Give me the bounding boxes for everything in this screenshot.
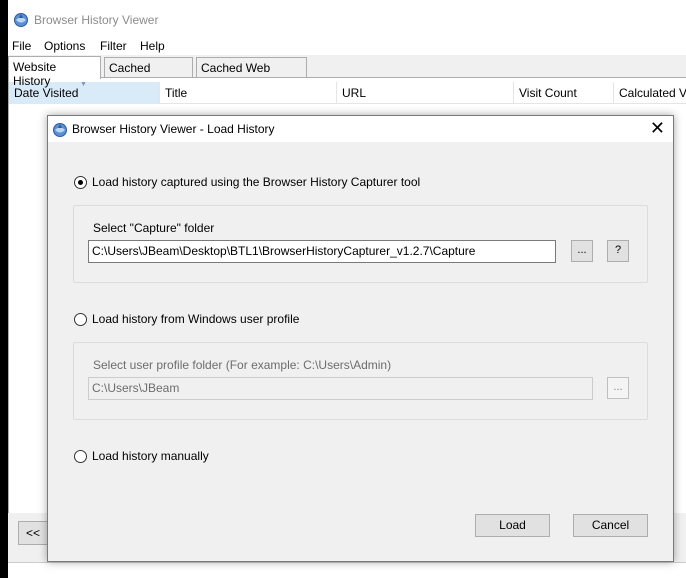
list-header: ▼ Date Visited Title URL Visit Count Cal…: [9, 82, 686, 104]
profile-folder-label: Select user profile folder (For example:…: [93, 358, 392, 372]
radio-load-manual[interactable]: Load history manually: [74, 449, 234, 465]
radio-label-profile: Load history from Windows user profile: [92, 312, 300, 326]
menu-file[interactable]: File: [12, 39, 31, 53]
app-title: Browser History Viewer: [34, 13, 159, 27]
browse-profile-button[interactable]: ...: [607, 377, 629, 399]
capture-folder-group: Select "Capture" folder C:\Users\JBeam\D…: [73, 205, 648, 283]
column-title[interactable]: Title: [160, 82, 337, 104]
dialog-title-bar: Browser History Viewer - Load History ✕: [48, 116, 673, 142]
column-visit-count[interactable]: Visit Count: [514, 82, 614, 104]
close-icon[interactable]: ✕: [650, 119, 665, 137]
tab-cached-images[interactable]: Cached Images: [104, 57, 193, 89]
menu-bar: File Options Filter Help: [8, 36, 686, 55]
previous-page-button[interactable]: <<: [18, 521, 48, 545]
tab-cached-web-pages[interactable]: Cached Web Pages: [196, 57, 307, 89]
cancel-button[interactable]: Cancel: [573, 514, 648, 537]
tab-strip: Website History Cached Images Cached Web…: [8, 56, 686, 89]
dialog-title: Browser History Viewer - Load History: [72, 122, 275, 136]
radio-label-manual: Load history manually: [92, 449, 209, 463]
profile-folder-input[interactable]: C:\Users\JBeam: [88, 377, 593, 400]
capture-folder-label: Select "Capture" folder: [93, 221, 215, 235]
menu-filter[interactable]: Filter: [100, 39, 127, 53]
title-bar: Browser History Viewer: [8, 0, 686, 36]
menu-help[interactable]: Help: [140, 39, 165, 53]
browser-history-icon: [14, 13, 28, 27]
browse-capture-button[interactable]: ...: [571, 240, 593, 262]
help-button[interactable]: ?: [607, 240, 629, 262]
capture-folder-input[interactable]: C:\Users\JBeam\Desktop\BTL1\BrowserHisto…: [88, 240, 556, 263]
column-url[interactable]: URL: [337, 82, 514, 104]
radio-label-capturer: Load history captured using the Browser …: [92, 175, 421, 189]
browser-history-icon: [53, 123, 67, 137]
radio-button[interactable]: [74, 450, 87, 463]
sort-down-icon: ▼: [80, 82, 87, 88]
load-button[interactable]: Load: [475, 514, 550, 537]
radio-button[interactable]: [74, 313, 87, 326]
column-calculated-visit[interactable]: Calculated Vi: [614, 82, 686, 104]
profile-folder-group: Select user profile folder (For example:…: [73, 342, 648, 420]
load-history-dialog: Browser History Viewer - Load History ✕ …: [47, 115, 674, 562]
radio-button-checked[interactable]: [74, 176, 87, 189]
status-area: [8, 562, 686, 578]
tab-website-history[interactable]: Website History: [8, 56, 101, 88]
menu-options[interactable]: Options: [44, 39, 85, 53]
radio-load-capturer[interactable]: Load history captured using the Browser …: [74, 175, 434, 191]
radio-load-profile[interactable]: Load history from Windows user profile: [74, 312, 314, 328]
